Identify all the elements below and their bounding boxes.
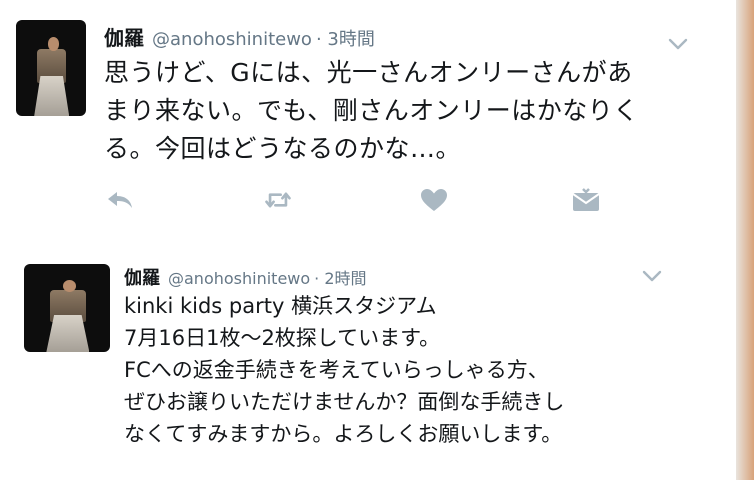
tweet-time[interactable]: · 2時間 bbox=[314, 269, 366, 288]
envelope-icon[interactable] bbox=[570, 186, 602, 214]
tweet-header: 伽羅 @anohoshinitewo · 3時間 bbox=[104, 22, 375, 51]
author-name[interactable]: 伽羅 bbox=[124, 268, 160, 289]
reply-icon[interactable] bbox=[104, 186, 136, 214]
chevron-down-icon[interactable] bbox=[642, 268, 662, 282]
author-name[interactable]: 伽羅 bbox=[104, 26, 144, 50]
background-edge bbox=[736, 0, 754, 480]
tweet-time[interactable]: · 3時間 bbox=[316, 29, 375, 50]
avatar[interactable] bbox=[16, 20, 86, 116]
avatar[interactable] bbox=[24, 264, 110, 352]
heart-icon[interactable] bbox=[418, 186, 450, 214]
retweet-icon[interactable] bbox=[262, 186, 294, 214]
tweet-text: 思うけど、Gには、光一さんオンリーさんがあ まり来ない。でも、剛さんオンリーはか… bbox=[104, 58, 639, 163]
chevron-down-icon[interactable] bbox=[668, 36, 688, 50]
tweet-header: 伽羅 @anohoshinitewo · 2時間 bbox=[124, 264, 367, 290]
tweet-text: kinki kids party 横浜スタジアム 7月16日1枚〜2枚探していま… bbox=[124, 294, 565, 446]
author-handle[interactable]: @anohoshinitewo bbox=[168, 269, 310, 288]
author-handle[interactable]: @anohoshinitewo bbox=[152, 29, 312, 50]
tweet-1[interactable]: 伽羅 @anohoshinitewo · 3時間 思うけど、Gには、光一さんオンリー… bbox=[0, 0, 736, 236]
